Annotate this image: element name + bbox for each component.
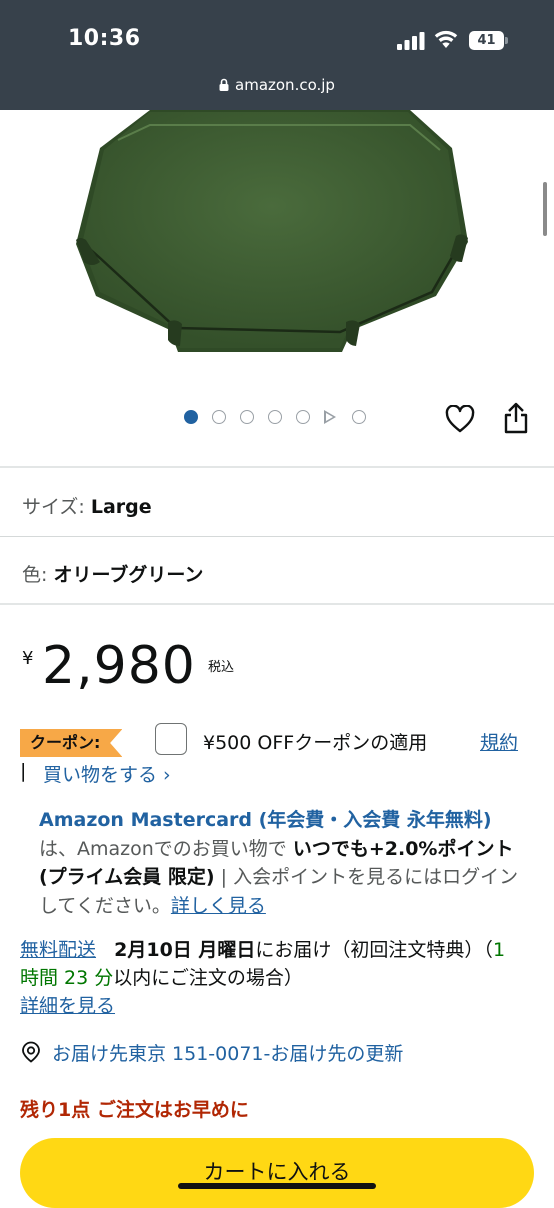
row-divider [0,536,554,537]
color-label: 色: [22,564,54,586]
home-indicator[interactable] [178,1183,376,1189]
price-amount: 2,980 [42,636,196,696]
coupon-separator: | [20,760,27,782]
promo-details-link[interactable]: 詳しく見る [171,895,266,917]
color-value: オリーブグリーン [53,564,204,586]
play-mat-illustration [76,110,468,352]
section-divider [0,603,554,605]
image-dot-2[interactable] [212,410,226,424]
video-play-icon[interactable] [324,410,336,424]
browser-header: 10:36 41 amazon.co.jp [0,0,554,110]
stock-warning: 残り1点 ご注文はお早めに [20,1099,249,1121]
image-dot-4[interactable] [268,410,282,424]
location-pin-icon [22,1041,40,1063]
address-bar[interactable]: amazon.co.jp [0,76,554,94]
delivery-location[interactable]: お届け先東京 151-0071-お届け先の更新 [20,1038,403,1066]
location-text: お届け先東京 151-0071-お届け先の更新 [52,1042,404,1065]
coupon-text[interactable]: ¥500 OFFクーポンの適用 [203,728,427,755]
size-value: Large [90,496,152,518]
delivery-text-2: 以内にご注文の場合） [113,967,303,989]
mastercard-promo: Amazon Mastercard (年会費・入会費 永年無料) は、Amazon… [39,806,519,920]
battery-icon: 41 [469,31,509,50]
image-dot-1[interactable] [184,410,198,424]
coupon-checkbox[interactable] [155,723,187,755]
product-image[interactable] [0,110,554,385]
currency-symbol: ¥ [22,648,34,669]
add-to-cart-button[interactable]: カートに入れる [20,1138,534,1208]
size-label: サイズ: [22,496,91,518]
delivery-text-1: にお届け（初回注文特典）（ [255,939,493,961]
add-to-cart-label: カートに入れる [203,1160,351,1184]
page-scrollbar[interactable] [543,182,547,236]
cellular-signal-icon [397,32,425,50]
heart-icon[interactable] [445,405,475,433]
delivery-date: 2月10日 月曜日 [114,939,256,961]
promo-text-1: は、Amazonでのお買い物で [39,837,293,860]
free-shipping-link[interactable]: 無料配送 [20,939,96,961]
coupon-terms-link[interactable]: 規約 [480,728,518,755]
image-carousel-indicators [184,409,380,425]
url-text: amazon.co.jp [235,76,335,94]
battery-level: 41 [469,31,504,50]
tax-note: 税込 [208,660,235,675]
share-icon[interactable] [503,402,529,434]
delivery-details-link[interactable]: 詳細を見る [20,995,115,1017]
coupon-badge: クーポン: [20,729,123,757]
image-dot-7[interactable] [352,410,366,424]
status-time: 10:36 [68,26,141,51]
delivery-info: 無料配送 2月10日 月曜日にお届け（初回注文特典）（1 時間 23 分以内にご… [20,936,520,1020]
color-selector[interactable]: 色: オリーブグリーン [22,560,203,587]
size-selector[interactable]: サイズ: Large [22,492,152,519]
image-dot-5[interactable] [296,410,310,424]
lock-icon [219,78,229,91]
shop-link[interactable]: 買い物をする › [43,760,171,787]
mastercard-link[interactable]: Amazon Mastercard (年会費・入会費 永年無料) [39,809,492,831]
wifi-icon [434,30,458,48]
section-divider [0,466,554,468]
image-dot-3[interactable] [240,410,254,424]
